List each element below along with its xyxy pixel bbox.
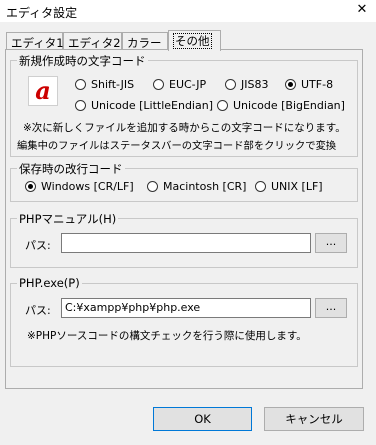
radio-label: EUC-JP [169,78,207,91]
radio-unix-lf[interactable]: UNIX [LF] [255,180,323,193]
tab-other[interactable]: その他 [168,30,221,51]
radio-label: Windows [CR/LF] [41,180,134,193]
php-manual-group: PHPマニュアル(H) パス: ... [10,211,358,268]
close-button[interactable]: ✕ [354,2,370,18]
tab-label: エディタ1 [11,36,64,50]
radio-indicator-checked [25,181,36,192]
cancel-button[interactable]: キャンセル [264,407,364,431]
radio-euc-jp[interactable]: EUC-JP [153,78,206,91]
settings-dialog: エディタ1 エディタ2 カラー その他 新規作成時の文字コード a Shift-… [0,22,376,445]
encoding-legend: 新規作成時の文字コード [17,53,148,69]
php-exe-legend: PHP.exe(P) [17,276,82,290]
linebreak-group: 保存時の改行コード Windows [CR/LF] Macintosh [CR]… [10,161,358,202]
radio-macintosh-cr[interactable]: Macintosh [CR] [147,180,246,193]
tab-panel-other: 新規作成時の文字コード a Shift-JIS EUC-JP JIS83 UTF… [5,49,363,389]
radio-indicator [217,100,228,111]
php-manual-path-input[interactable] [61,233,311,253]
php-exe-browse-button[interactable]: ... [315,298,347,318]
radio-unicode-little-endian[interactable]: Unicode [LittleEndian] [75,99,213,112]
encoding-note-2: 編集中のファイルはステータスバーの文字コード部をクリックで変換 [17,140,337,152]
tab-editor1[interactable]: エディタ1 [6,32,64,50]
radio-indicator [147,181,158,192]
radio-indicator [153,79,164,90]
radio-label: UNIX [LF] [271,180,323,193]
editor-letter-icon: a [35,76,51,105]
radio-indicator [225,79,236,90]
editor-app-icon: a [28,76,58,106]
radio-utf-8[interactable]: UTF-8 [285,78,333,91]
php-exe-path-label: パス: [25,304,51,317]
radio-windows-crlf[interactable]: Windows [CR/LF] [25,180,134,193]
tab-editor2[interactable]: エディタ2 [63,32,122,50]
radio-indicator [255,181,266,192]
tab-label: カラー [127,36,162,50]
radio-shift-jis[interactable]: Shift-JIS [75,78,134,91]
php-manual-path-label: パス: [25,239,51,252]
radio-indicator [75,79,86,90]
linebreak-legend: 保存時の改行コード [17,161,125,177]
radio-indicator-checked [285,79,296,90]
radio-indicator [75,100,86,111]
tab-label: エディタ2 [68,36,121,50]
encoding-note-1: ※次に新しくファイルを追加する時からこの文字コードになります。 [23,122,346,134]
radio-unicode-big-endian[interactable]: Unicode [BigEndian] [217,99,345,112]
tab-label: その他 [173,33,212,49]
radio-label: Unicode [LittleEndian] [91,99,213,112]
php-exe-group: PHP.exe(P) パス: C:¥xampp¥php¥php.exe ... … [10,276,358,367]
window-title: エディタ設定 [6,6,78,20]
radio-label: UTF-8 [301,78,334,91]
encoding-group: 新規作成時の文字コード a Shift-JIS EUC-JP JIS83 UTF… [10,53,358,157]
title-bar: エディタ設定 ✕ [0,0,376,22]
radio-jis83[interactable]: JIS83 [225,78,268,91]
tab-color[interactable]: カラー [122,32,168,50]
php-manual-browse-button[interactable]: ... [315,233,347,253]
php-exe-path-input[interactable]: C:¥xampp¥php¥php.exe [61,298,311,318]
php-exe-note: ※PHPソースコードの構文チェックを行う際に使用します。 [27,330,307,342]
radio-label: Shift-JIS [91,78,135,91]
php-manual-legend: PHPマニュアル(H) [17,211,119,227]
ok-button[interactable]: OK [153,407,252,431]
radio-label: Unicode [BigEndian] [233,99,345,112]
radio-label: Macintosh [CR] [163,180,247,193]
radio-label: JIS83 [241,78,269,91]
